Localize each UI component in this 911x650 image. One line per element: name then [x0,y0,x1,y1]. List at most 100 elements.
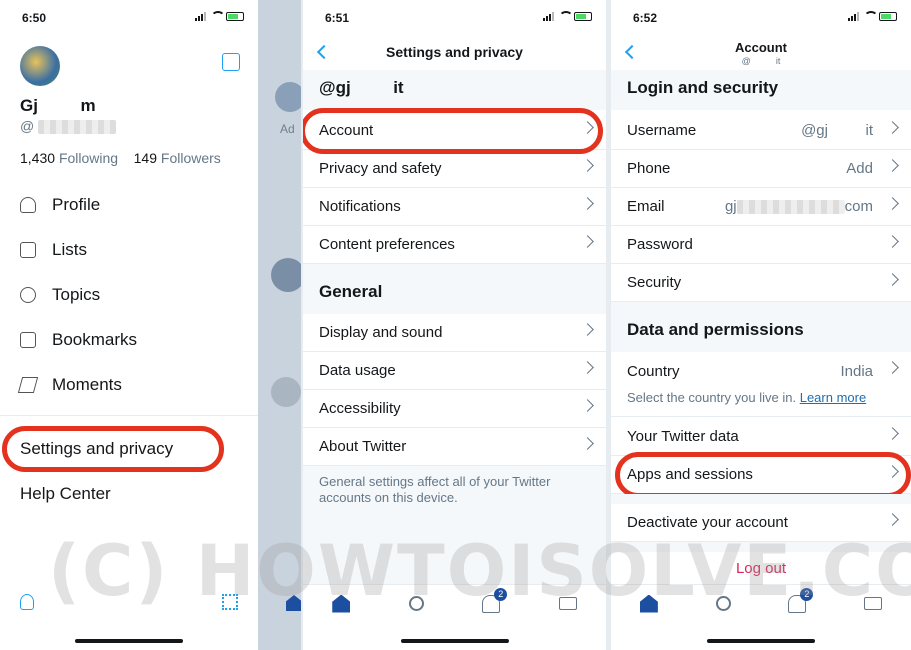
row-country[interactable]: Country India [611,352,911,390]
footer-note: General settings affect all of your Twit… [303,466,606,518]
followers-label: Followers [160,150,221,166]
menu-label: Profile [52,195,101,214]
tab-bar: 2 [303,584,606,622]
status-time: 6:51 [325,11,350,25]
person-icon [20,197,36,213]
menu-item-profile[interactable]: Profile [20,195,100,215]
menu-item-topics[interactable]: Topics [20,285,100,305]
notification-badge: 2 [800,587,814,601]
row-security[interactable]: Security [611,264,911,302]
row-phone[interactable]: Phone Add [611,150,911,188]
follow-stats: 1,430 Following 149 Followers [20,150,221,166]
signal-icon [848,11,859,21]
followers-link[interactable]: 149 Followers [134,150,221,166]
menu-label: Moments [52,375,122,394]
search-icon[interactable] [715,596,731,611]
row-label: Data usage [319,362,396,379]
row-email[interactable]: Email gj com [611,188,911,226]
profile-name: Gj m [20,96,96,115]
battery-icon [226,11,244,21]
profile-handle-row: @ [20,118,117,135]
row-twitter-data[interactable]: Your Twitter data [611,418,911,456]
accounts-icon[interactable] [222,53,240,71]
data-permissions-header: Data and permissions [611,302,911,352]
chevron-right-icon [581,323,594,336]
highlight-oval [303,108,603,154]
following-link[interactable]: 1,430 Following [20,150,118,166]
row-label: Security [627,274,682,291]
chevron-right-icon [886,235,899,248]
home-indicator [75,639,183,643]
notifications-icon[interactable]: 2 [788,587,814,613]
qr-code-icon[interactable] [222,594,238,610]
handle-blur [38,120,117,135]
avatar [271,258,301,292]
row-display-sound[interactable]: Display and sound [303,314,606,352]
row-label: Password [627,236,693,253]
row-deactivate[interactable]: Deactivate your account [611,504,911,542]
status-icons [543,11,592,21]
row-data-usage[interactable]: Data usage [303,352,606,390]
row-password[interactable]: Password [611,226,911,264]
email-start: gj [724,198,737,215]
logout-button[interactable]: Log out [611,560,911,577]
battery-icon [574,11,592,21]
status-bar: 6:50 [0,0,258,36]
row-privacy[interactable]: Privacy and safety [303,150,606,188]
settings-screen: 6:51 Settings and privacy @gj it Account… [303,0,606,650]
row-label: Notifications [319,198,401,215]
lightbulb-icon[interactable] [20,594,34,610]
wifi-icon [210,11,225,21]
status-icons [848,11,897,21]
chevron-right-icon [581,361,594,374]
menu-divider [0,415,258,416]
chevron-right-icon [886,273,899,286]
section-title: Data and permissions [627,320,804,339]
learn-more-link[interactable]: Learn more [800,390,866,405]
phone-value: Add [846,160,873,177]
home-indicator [400,639,509,643]
row-accessibility[interactable]: Accessibility [303,390,606,428]
help-center-link[interactable]: Help Center [20,484,111,504]
row-label: Country [627,362,680,380]
home-icon[interactable] [639,594,658,613]
signal-icon [543,11,554,21]
status-bar: 6:52 [611,0,911,36]
row-label: Deactivate your account [627,514,788,531]
menu-item-moments[interactable]: Moments [17,375,122,395]
country-help: Select the country you live in. Learn mo… [627,390,866,405]
account-handle: @gj it [319,78,404,97]
row-label: About Twitter [319,438,407,455]
search-icon[interactable] [408,596,424,611]
messages-icon[interactable] [864,597,883,610]
chevron-right-icon [886,121,899,134]
peek-text: Ad [280,122,295,136]
chevron-right-icon [886,427,899,440]
row-content-preferences[interactable]: Content preferences [303,226,606,264]
row-username[interactable]: Username @gj it [611,112,911,150]
chevron-right-icon [886,197,899,210]
chevron-right-icon [886,159,899,172]
menu-item-bookmarks[interactable]: Bookmarks [20,330,137,350]
account-handle-header: @gj it [303,70,606,110]
notifications-icon[interactable]: 2 [482,587,508,613]
username-value: @gj it [801,122,873,139]
menu-label: Topics [52,285,101,304]
row-about-twitter[interactable]: About Twitter [303,428,606,466]
topics-icon [20,287,36,303]
messages-icon[interactable] [558,597,577,610]
profile-handle: @ [20,118,35,134]
chevron-right-icon [581,235,594,248]
home-icon[interactable] [332,594,351,613]
following-count: 1,430 [20,150,56,166]
avatar[interactable] [20,46,60,86]
section-title: Login and security [627,78,779,97]
menu-item-lists[interactable]: Lists [20,240,87,260]
row-notifications[interactable]: Notifications [303,188,606,226]
highlight-oval [2,426,224,472]
status-icons [195,11,244,21]
account-screen: 6:52 Account @ it Login and security Use… [611,0,911,650]
row-label: Privacy and safety [319,160,442,177]
lightning-icon [17,377,39,393]
chevron-right-icon [581,197,594,210]
